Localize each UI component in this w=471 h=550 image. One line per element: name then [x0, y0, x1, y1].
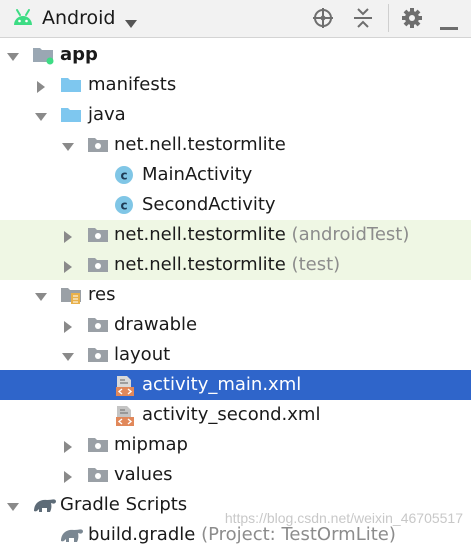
tree-item-label: values — [114, 460, 173, 490]
collapse-all-icon[interactable] — [352, 7, 374, 34]
project-tree: app manifests java net.nell.testormlite c Mai… — [0, 40, 471, 545]
hide-icon[interactable] — [439, 16, 461, 37]
expanded-arrow-icon[interactable] — [33, 288, 49, 309]
tree-item-name: net.nell.testormlite — [114, 254, 286, 275]
package-icon — [87, 465, 109, 488]
class-icon: c — [114, 165, 134, 190]
tree-row[interactable]: manifests — [0, 70, 471, 100]
expanded-arrow-icon[interactable] — [60, 138, 76, 159]
tree-row[interactable]: drawable — [0, 310, 471, 340]
tree-row[interactable]: java — [0, 100, 471, 130]
gear-icon[interactable] — [401, 7, 423, 34]
tree-item-name: res — [88, 284, 116, 305]
tree-item-name: mipmap — [114, 434, 188, 455]
collapsed-arrow-icon[interactable] — [33, 78, 49, 99]
toolbar-separator — [388, 4, 389, 32]
tree-row[interactable]: c SecondActivity — [0, 190, 471, 220]
tree-item-suffix: (androidTest) — [291, 224, 410, 245]
tree-item-name: activity_main.xml — [142, 374, 302, 395]
package-icon — [87, 345, 109, 368]
tree-row[interactable]: app — [0, 40, 471, 70]
chevron-down-icon[interactable] — [124, 13, 138, 34]
tree-row[interactable]: net.nell.testormlite (androidTest) — [0, 220, 471, 250]
layout-file-icon — [114, 375, 136, 402]
tree-row[interactable]: c MainActivity — [0, 160, 471, 190]
gradle-icon — [32, 495, 58, 520]
tree-item-label: activity_main.xml — [142, 370, 301, 400]
expanded-arrow-icon[interactable] — [5, 48, 21, 69]
tree-item-label: manifests — [88, 70, 176, 100]
collapsed-arrow-icon[interactable] — [60, 438, 76, 459]
watermark: https://blog.csdn.net/weixin_46705517 — [224, 510, 463, 526]
tree-row[interactable]: res — [0, 280, 471, 310]
package-icon — [87, 255, 109, 278]
tree-item-suffix: (Project: TestOrmLite) — [201, 524, 396, 545]
tree-row[interactable]: activity_main.xml — [0, 370, 471, 400]
class-icon: c — [114, 195, 134, 220]
package-icon — [87, 315, 109, 338]
svg-text:c: c — [120, 169, 127, 183]
tree-item-name: Gradle Scripts — [60, 494, 188, 515]
collapsed-arrow-icon[interactable] — [60, 318, 76, 339]
tree-item-label: MainActivity — [142, 160, 252, 190]
folder-icon — [60, 75, 82, 98]
tree-row[interactable]: values — [0, 460, 471, 490]
tree-item-name: SecondActivity — [142, 194, 276, 215]
view-selector-label[interactable]: Android — [42, 0, 115, 37]
tree-item-label: res — [88, 280, 115, 310]
expanded-arrow-icon[interactable] — [33, 108, 49, 129]
collapsed-arrow-icon[interactable] — [60, 258, 76, 279]
tree-item-label: SecondActivity — [142, 190, 276, 220]
android-icon[interactable] — [12, 8, 34, 33]
tree-item-label: mipmap — [114, 430, 188, 460]
tree-item-name: values — [114, 464, 173, 485]
tree-item-label: net.nell.testormlite — [114, 130, 286, 160]
resource-folder-icon — [60, 285, 82, 310]
tree-item-name: java — [88, 104, 126, 125]
tree-row[interactable]: layout — [0, 340, 471, 370]
module-folder-icon — [32, 45, 56, 70]
tree-item-label: net.nell.testormlite (androidTest) — [114, 220, 409, 250]
tree-row[interactable]: mipmap — [0, 430, 471, 460]
tree-item-label: drawable — [114, 310, 197, 340]
tree-item-label: activity_second.xml — [142, 400, 320, 430]
expanded-arrow-icon[interactable] — [60, 348, 76, 369]
gradle-file-icon — [59, 525, 85, 550]
tree-item-name: net.nell.testormlite — [114, 224, 286, 245]
tree-item-name: activity_second.xml — [142, 404, 321, 425]
collapsed-arrow-icon[interactable] — [60, 468, 76, 489]
tree-item-label: java — [88, 100, 126, 130]
tree-item-label: net.nell.testormlite (test) — [114, 250, 340, 280]
tree-item-suffix: (test) — [291, 254, 341, 275]
tree-row[interactable]: net.nell.testormlite (test) — [0, 250, 471, 280]
project-view-toolbar: Android — [0, 0, 471, 38]
tree-item-name: net.nell.testormlite — [114, 134, 286, 155]
expanded-arrow-icon[interactable] — [5, 498, 21, 519]
package-icon — [87, 435, 109, 458]
layout-file-icon — [114, 405, 136, 432]
package-icon — [87, 135, 109, 158]
target-icon[interactable] — [312, 7, 334, 34]
svg-text:c: c — [120, 199, 127, 213]
folder-icon — [60, 105, 82, 128]
tree-item-name: drawable — [114, 314, 198, 335]
tree-item-label: app — [60, 40, 98, 70]
package-icon — [87, 225, 109, 248]
tree-item-label: layout — [114, 340, 170, 370]
collapsed-arrow-icon[interactable] — [60, 228, 76, 249]
tree-row[interactable]: net.nell.testormlite — [0, 130, 471, 160]
tree-item-label: Gradle Scripts — [60, 490, 187, 520]
tree-item-name: layout — [114, 344, 171, 365]
tree-item-name: manifests — [88, 74, 177, 95]
tree-row[interactable]: activity_second.xml — [0, 400, 471, 430]
tree-item-name: build.gradle — [88, 524, 196, 545]
tree-item-name: MainActivity — [142, 164, 253, 185]
tree-item-name: app — [60, 44, 98, 65]
